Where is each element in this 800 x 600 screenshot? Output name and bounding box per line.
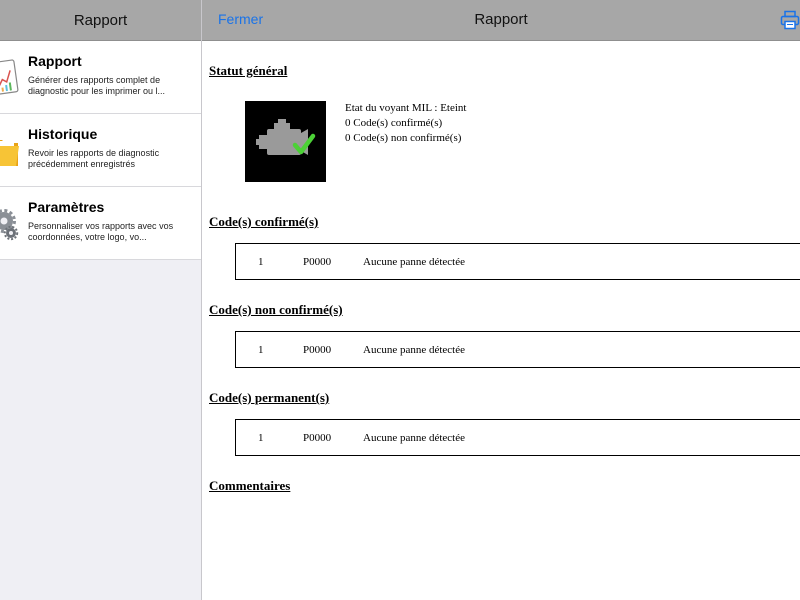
- code-index: 1: [258, 344, 264, 356]
- code-value: P0000: [303, 344, 332, 356]
- sidebar-list: Rapport Générer des rapports complet de …: [0, 41, 201, 260]
- sidebar-item-description: Personnaliser vos rapports avec vos coor…: [28, 221, 174, 242]
- confirmed-codes-title: Code(s) confirmé(s): [209, 214, 319, 229]
- sidebar-title: Rapport: [73, 11, 128, 29]
- permanent-codes-title: Code(s) permanent(s): [209, 390, 330, 405]
- code-description: Aucune panne détectée: [363, 432, 465, 444]
- sidebar-item-rapport[interactable]: Rapport Générer des rapports complet de …: [0, 41, 201, 114]
- sidebar-item-description: Générer des rapports complet de diagnost…: [28, 75, 166, 96]
- code-value: P0000: [303, 256, 332, 268]
- unconfirmed-codes-title: Code(s) non confirmé(s): [209, 302, 343, 317]
- general-status-lines: Etat du voyant MIL : Eteint 0 Code(s) co…: [345, 101, 466, 146]
- sidebar-item-title: Paramètres: [28, 199, 105, 215]
- confirmed-count: 0 Code(s) confirmé(s): [345, 117, 443, 129]
- sidebar-item-title: Historique: [28, 126, 98, 142]
- page-title: Rapport: [474, 11, 528, 28]
- code-description: Aucune panne détectée: [363, 256, 465, 268]
- code-index: 1: [258, 432, 264, 444]
- report-chart-icon: [0, 59, 19, 95]
- code-value: P0000: [303, 432, 332, 444]
- engine-status-image: [245, 101, 326, 182]
- code-description: Aucune panne détectée: [363, 344, 465, 356]
- engine-check-icon: [256, 119, 316, 155]
- sidebar-item-title: Rapport: [28, 53, 82, 69]
- general-status-title: Statut général: [209, 63, 288, 78]
- sidebar: Rapport Rapport Générer des rapports com…: [0, 0, 202, 600]
- mil-status: Etat du voyant MIL : Eteint: [345, 102, 467, 114]
- printer-icon[interactable]: [780, 10, 800, 30]
- sidebar-item-parametres[interactable]: Paramètres Personnaliser vos rapports av…: [0, 187, 201, 260]
- report-content: Statut général Etat du voyant MIL : Etei…: [202, 41, 800, 600]
- comments-title: Commentaires: [209, 478, 291, 493]
- permanent-codes-table: 1 P0000 Aucune panne détectée: [235, 419, 800, 456]
- gears-icon: [0, 209, 19, 241]
- code-index: 1: [258, 256, 264, 268]
- unconfirmed-codes-table: 1 P0000 Aucune panne détectée: [235, 331, 800, 368]
- main-nav-bar: Fermer Rapport: [202, 0, 800, 41]
- sidebar-item-historique[interactable]: Historique Revoir les rapports de diagno…: [0, 114, 201, 187]
- sidebar-nav-bar: Rapport: [0, 0, 201, 41]
- folder-icon: [0, 140, 19, 166]
- sidebar-item-description: Revoir les rapports de diagnostic précéd…: [28, 148, 160, 169]
- unconfirmed-count: 0 Code(s) non confirmé(s): [345, 132, 462, 144]
- confirmed-codes-table: 1 P0000 Aucune panne détectée: [235, 243, 800, 280]
